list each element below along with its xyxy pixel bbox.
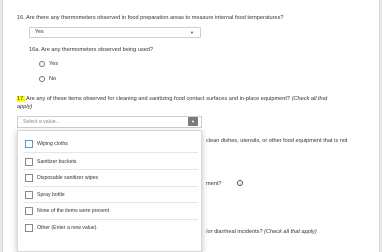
checkbox-sanitizer-buckets[interactable] — [25, 158, 33, 166]
option-spray-bottle[interactable]: Spray bottle — [37, 189, 65, 200]
radio-icon[interactable] — [39, 61, 45, 67]
question-17-instruction: (Check all that — [291, 96, 328, 102]
q16-select-value: Yes — [35, 29, 44, 35]
checkbox-spray-bottle[interactable] — [25, 191, 33, 199]
divider — [23, 152, 198, 153]
q16-select[interactable]: Yes ▼ — [29, 27, 201, 38]
option-disposable-wipes[interactable]: Disposable sanitizer wipes — [37, 172, 98, 183]
caret-down-icon: ▼ — [190, 30, 194, 35]
survey-page: 16. Are there any thermometers observed … — [2, 0, 380, 252]
checkbox-disposable-wipes[interactable] — [25, 174, 33, 182]
q17-dropdown-panel: Wiping cloths Sanitizer buckets Disposab… — [17, 130, 202, 252]
option-none-present[interactable]: None of the items were present — [37, 205, 109, 216]
q16a-option-yes-label: Yes — [49, 61, 59, 67]
option-sanitizer-buckets[interactable]: Sanitizer buckets — [37, 156, 77, 167]
option-other[interactable]: Other (Enter a new value). — [37, 222, 98, 233]
question-18-tail: clean dishes, utensils, or other food eq… — [206, 138, 348, 144]
info-icon[interactable]: i — [237, 180, 244, 186]
radio-icon[interactable] — [39, 76, 45, 82]
q16a-option-no[interactable]: No — [39, 76, 56, 82]
q16a-option-no-label: No — [49, 76, 57, 82]
checkbox-none-present[interactable] — [25, 207, 33, 215]
question-19-tail: ment? i — [206, 180, 244, 187]
q17-multiselect-input[interactable]: Select a value... — [17, 116, 202, 128]
question-17-text: Are any of these items observed for clea… — [24, 96, 292, 102]
checkbox-wiping-cloths[interactable] — [25, 140, 33, 148]
caret-down-icon[interactable]: ▼ — [188, 117, 198, 126]
option-wiping-cloths[interactable]: Wiping cloths — [37, 138, 68, 149]
question-16: 16. Are there any thermometers observed … — [17, 15, 284, 21]
question-16a: 16a. Are any thermometers observed being… — [29, 47, 154, 53]
divider — [23, 186, 198, 187]
divider — [23, 202, 198, 203]
question-20-tail: /or diarrheal incidents? (Check all that… — [206, 229, 317, 235]
q16a-option-yes[interactable]: Yes — [39, 61, 58, 67]
divider — [23, 219, 198, 220]
question-17: 17. Are any of these items observed for … — [17, 96, 327, 102]
checkbox-other[interactable] — [25, 224, 33, 232]
question-17-instruction-cont: apply) — [17, 104, 33, 110]
divider — [23, 169, 198, 170]
question-17-number: 17. — [17, 96, 25, 102]
